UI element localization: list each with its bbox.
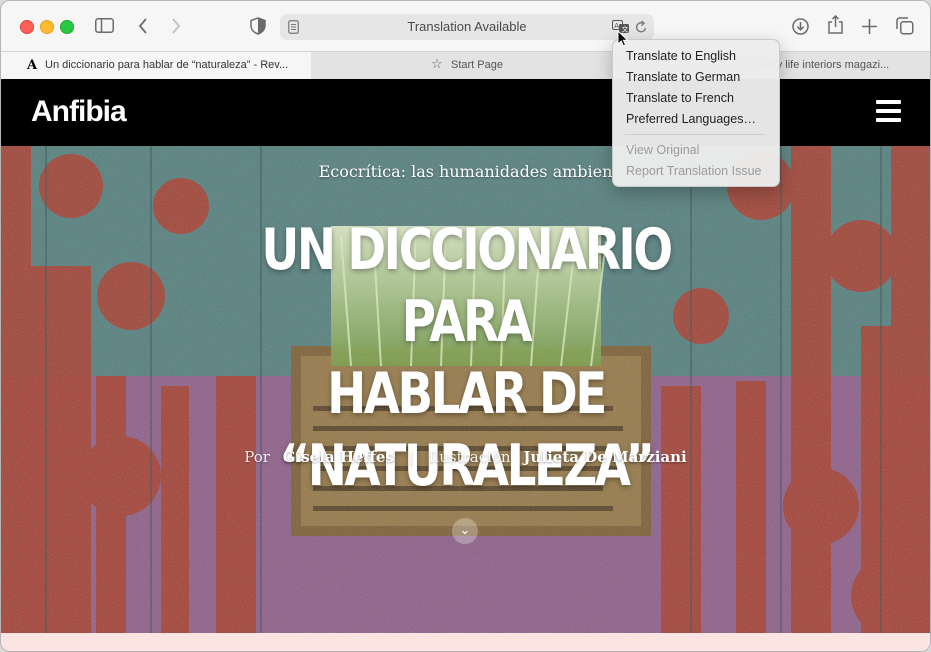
minimize-window-button[interactable] (40, 20, 54, 34)
headline-line: HABLAR DE (327, 361, 607, 427)
menu-item-preferred-languages[interactable]: Preferred Languages… (626, 112, 756, 126)
sidebar-icon[interactable] (95, 18, 114, 33)
tab-start-page[interactable]: ☆ Start Page (312, 52, 622, 79)
menu-item-report-issue: Report Translation Issue (626, 164, 762, 178)
svg-text:A: A (614, 22, 619, 30)
menu-item-translate-french[interactable]: Translate to French (626, 91, 734, 105)
byline-illustrator[interactable]: Julieta De Marziani (523, 448, 686, 466)
tab-label: Un diccionario para hablar de “naturalez… (45, 59, 289, 71)
star-icon: ☆ (431, 57, 443, 72)
address-bar[interactable]: Translation Available A 文 (280, 14, 654, 40)
browser-window: Translation Available A 文 A Un diccionar… (0, 0, 931, 652)
translate-menu: Translate to English Translate to German… (612, 39, 780, 187)
forward-icon[interactable] (171, 18, 181, 34)
anfibia-favicon-icon: A (27, 58, 38, 73)
byline-por: Por (244, 448, 270, 466)
article-byline: Por Gisela Heffes | Ilustración Julieta … (1, 448, 930, 466)
mouse-pointer-icon (617, 30, 629, 47)
site-header: Anfibia (1, 79, 930, 146)
reload-icon[interactable] (635, 20, 648, 34)
menu-item-translate-english[interactable]: Translate to English (626, 49, 736, 63)
zoom-window-button[interactable] (60, 20, 74, 34)
site-logo[interactable]: Anfibia (31, 95, 127, 129)
menu-divider (625, 134, 765, 135)
byline-separator: | (408, 448, 414, 466)
headline-line: UN DICCIONARIO PARA (261, 217, 673, 355)
tab-bar: A Un diccionario para hablar de “natural… (1, 51, 930, 80)
hero-section: Ecocrítica: las humanidades ambien UN DI… (1, 146, 930, 633)
address-title: Translation Available (407, 19, 527, 34)
close-window-button[interactable] (20, 20, 34, 34)
menu-item-translate-german[interactable]: Translate to German (626, 70, 740, 84)
scroll-down-chevron-icon[interactable]: ⌄ (452, 518, 478, 544)
tab-overview-icon[interactable] (896, 17, 914, 35)
hamburger-menu-icon[interactable] (876, 100, 901, 122)
byline-author[interactable]: Gisela Heffes (283, 448, 394, 466)
browser-toolbar: Translation Available A 文 (1, 1, 930, 51)
back-icon[interactable] (138, 18, 148, 34)
byline-ilustracion: Ilustración (428, 448, 511, 466)
privacy-shield-icon[interactable] (250, 17, 266, 35)
article-kicker[interactable]: Ecocrítica: las humanidades ambien (1, 162, 930, 181)
downloads-icon[interactable] (792, 18, 809, 35)
new-tab-icon[interactable] (862, 19, 877, 34)
page-footer-strip (1, 633, 930, 651)
tab-label: Start Page (451, 59, 503, 71)
tab-anfibia[interactable]: A Un diccionario para hablar de “natural… (1, 52, 311, 79)
headline-line: “NATURALEZA” (279, 433, 655, 499)
menu-item-view-original: View Original (626, 143, 700, 157)
share-icon[interactable] (828, 15, 843, 34)
